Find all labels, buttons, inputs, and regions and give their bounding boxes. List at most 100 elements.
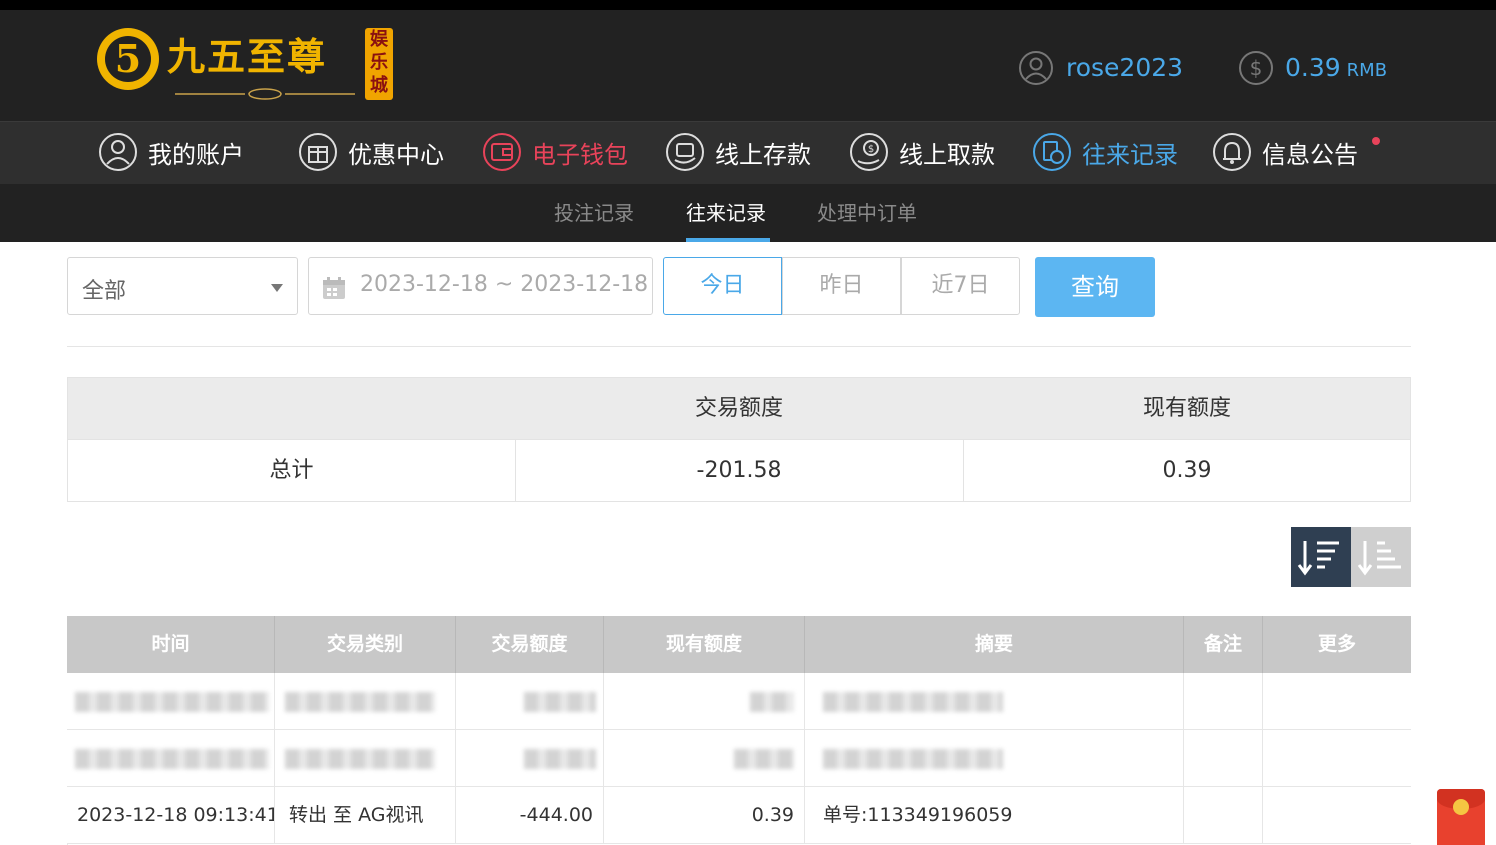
column-header-more[interactable]: 更多 [1263, 616, 1411, 673]
table-cell [1263, 673, 1411, 729]
redaction-blur [823, 749, 1003, 769]
sort-descending-icon [1297, 541, 1339, 576]
logo-mark-icon: 5 [97, 28, 159, 90]
nav-item-online-deposit[interactable]: 线上存款 [665, 131, 811, 173]
caret-down-icon [271, 284, 283, 292]
balance-display: 0.39 RMB [1285, 50, 1387, 89]
summary-total-label: 总计 [269, 458, 314, 483]
svg-text:$: $ [1250, 56, 1263, 80]
summary-header-cell: 交易额度 [694, 396, 783, 421]
table-cell [604, 673, 805, 729]
table-row[interactable]: 2023-12-18 09:13:41 转出 至 AG视讯 -444.00 0.… [67, 787, 1411, 844]
date-range-input[interactable]: 2023-12-18 ~ 2023-12-18 [308, 257, 653, 315]
brand-name: 九五至尊 [167, 34, 328, 79]
cell-summary: 单号:113349196059 [805, 787, 1184, 843]
dollar-icon: $ [1239, 51, 1273, 85]
nav-label: 线上取款 [899, 140, 995, 169]
table-cell [67, 730, 275, 786]
redaction-blur [750, 692, 794, 712]
table-cell [275, 730, 456, 786]
brand-tag: 娱乐城 [365, 28, 393, 100]
redaction-blur [285, 749, 435, 769]
table-cell [805, 673, 1184, 729]
tab-bet-records[interactable]: 投注记录 [554, 200, 634, 226]
table-cell [1263, 730, 1411, 786]
account-icon [99, 133, 137, 171]
table-cell [604, 730, 805, 786]
table-cell [1184, 673, 1263, 729]
nav-item-promotions[interactable]: 优惠中心 [298, 131, 444, 173]
today-button[interactable]: 今日 [663, 257, 782, 315]
cell-more[interactable] [1263, 787, 1411, 843]
cell-type: 转出 至 AG视讯 [275, 787, 456, 843]
nav-item-my-account[interactable]: 我的账户 [98, 131, 244, 173]
table-cell [1184, 730, 1263, 786]
nav-item-transaction-records[interactable]: 往来记录 [1032, 131, 1178, 173]
sub-nav: 投注记录 往来记录 处理中订单 [0, 184, 1496, 242]
column-header-summary[interactable]: 摘要 [805, 616, 1184, 673]
red-envelope-icon[interactable] [1437, 789, 1485, 845]
transaction-table: 时间 交易类别 交易额度 现有额度 摘要 备注 更多 2023-12-18 09… [67, 616, 1411, 845]
balance-currency: RMB [1346, 60, 1388, 81]
nav-label: 往来记录 [1082, 140, 1178, 169]
nav-label: 优惠中心 [348, 140, 444, 169]
nav-item-announcements[interactable]: 信息公告 [1212, 131, 1358, 173]
gift-icon [299, 133, 337, 171]
table-cell [275, 673, 456, 729]
cell-note [1184, 787, 1263, 843]
cell-time: 2023-12-18 09:13:41 [67, 787, 275, 843]
nav-label: 我的账户 [148, 140, 244, 169]
select-value: 全部 [82, 279, 127, 304]
column-header-balance[interactable]: 现有额度 [604, 616, 805, 673]
logo[interactable]: 5 九五至尊 娱乐城 [95, 16, 395, 106]
tab-transaction-records[interactable]: 往来记录 [686, 200, 766, 226]
active-tab-indicator [686, 238, 770, 242]
cell-amount: -444.00 [456, 787, 604, 843]
wallet-icon [483, 133, 521, 171]
deposit-icon [666, 133, 704, 171]
table-row-redacted [67, 673, 1411, 730]
username[interactable]: rose2023 [1066, 50, 1183, 86]
nav-label: 电子钱包 [532, 140, 628, 169]
logo-ornament-icon [175, 88, 355, 100]
tab-pending-orders[interactable]: 处理中订单 [817, 200, 917, 226]
summary-header-cell: 现有额度 [1142, 396, 1231, 421]
redaction-blur [823, 692, 1003, 712]
svg-text:5: 5 [115, 36, 141, 81]
yesterday-button[interactable]: 昨日 [782, 257, 901, 315]
records-icon [1033, 133, 1071, 171]
table-cell [456, 673, 604, 729]
sort-descending-button[interactable] [1291, 527, 1351, 587]
notification-dot [1372, 137, 1380, 145]
nav-label: 线上存款 [715, 140, 811, 169]
column-header-type[interactable]: 交易类别 [275, 616, 456, 673]
withdraw-icon: $ [850, 133, 888, 171]
user-icon [1019, 51, 1053, 85]
redaction-blur [75, 692, 269, 712]
nav-item-online-withdraw[interactable]: $ 线上取款 [849, 131, 995, 173]
nav-item-e-wallet[interactable]: 电子钱包 [482, 131, 628, 173]
column-header-amount[interactable]: 交易额度 [456, 616, 604, 673]
red-envelope-coin [1453, 799, 1469, 815]
divider [67, 346, 1411, 347]
sort-ascending-icon [1357, 541, 1401, 576]
redaction-blur [524, 749, 596, 769]
summary-total-amount: -201.58 [696, 458, 782, 483]
table-cell [805, 730, 1184, 786]
column-header-time[interactable]: 时间 [67, 616, 275, 673]
redaction-blur [75, 749, 269, 769]
transaction-type-select[interactable]: 全部 [67, 257, 298, 315]
calendar-icon [323, 277, 345, 299]
column-header-note[interactable]: 备注 [1184, 616, 1263, 673]
table-row-redacted [67, 730, 1411, 787]
summary-table: 交易额度 现有额度 总计 -201.58 0.39 [67, 377, 1411, 502]
table-cell [456, 730, 604, 786]
search-button[interactable]: 查询 [1035, 257, 1155, 317]
svg-text:$: $ [868, 144, 874, 155]
redaction-blur [524, 692, 596, 712]
table-cell [67, 673, 275, 729]
date-range-value: 2023-12-18 ~ 2023-12-18 [360, 272, 649, 297]
sort-ascending-button[interactable] [1351, 527, 1411, 587]
last-7-days-button[interactable]: 近7日 [901, 257, 1020, 315]
balance-value: 0.39 [1285, 53, 1341, 82]
